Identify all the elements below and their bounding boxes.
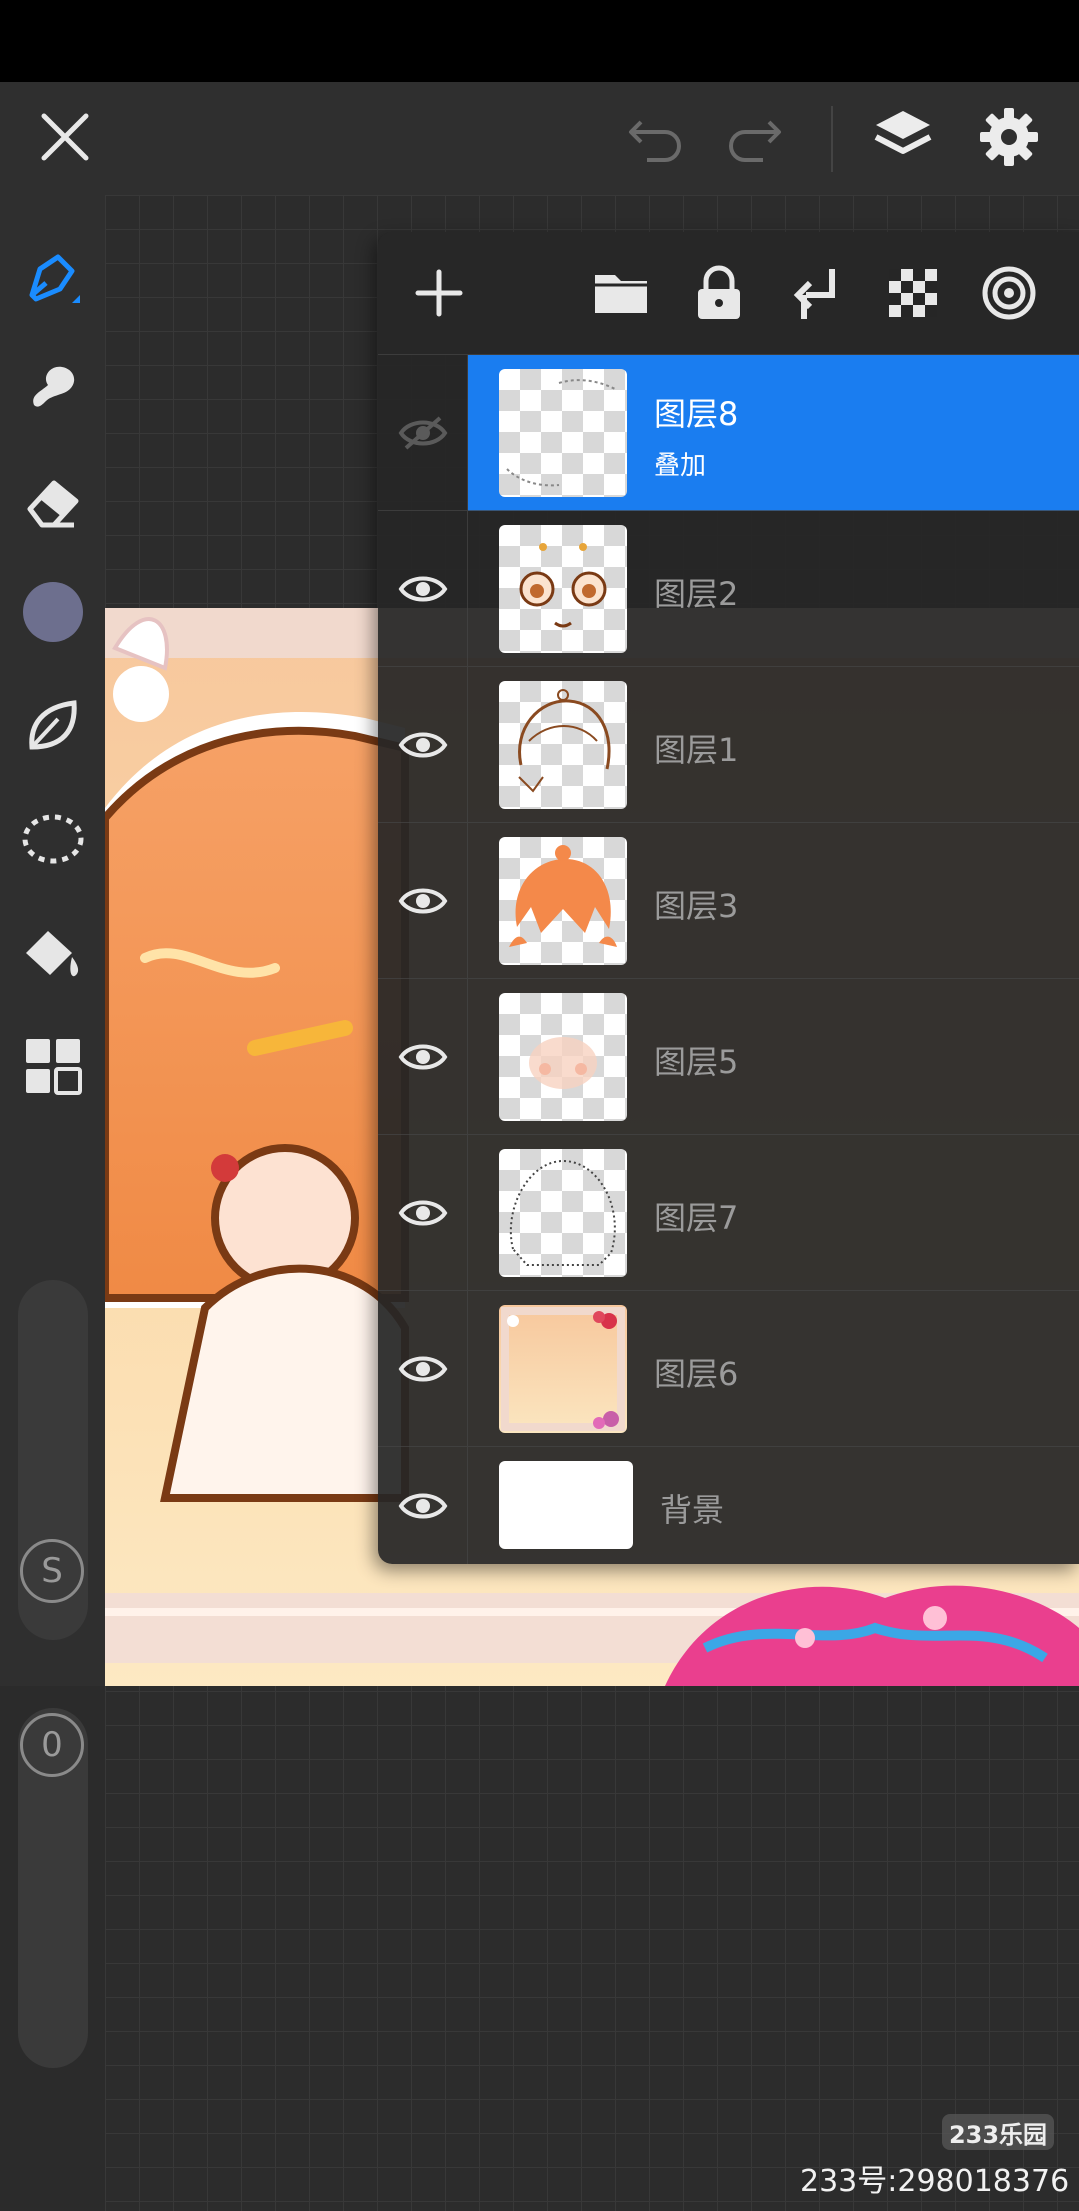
watermark-logo: 233乐园 bbox=[942, 2114, 1054, 2150]
layer-thumbnail bbox=[499, 681, 627, 809]
visibility-toggle[interactable] bbox=[378, 1447, 468, 1564]
smudge-icon[interactable] bbox=[0, 341, 105, 431]
redo-icon[interactable] bbox=[718, 102, 788, 172]
layer-row-6[interactable]: 图层6 bbox=[378, 1290, 1079, 1446]
layer-name: 背景 bbox=[660, 1491, 725, 1529]
layer-blend-mode: 叠加 bbox=[654, 451, 707, 481]
undo-icon[interactable] bbox=[622, 102, 692, 172]
opacity-button[interactable]: 0 bbox=[20, 1713, 84, 1777]
eye-icon bbox=[398, 1044, 447, 1069]
leaf-brush-icon[interactable] bbox=[0, 681, 105, 771]
merge-down-icon[interactable] bbox=[784, 260, 850, 326]
eye-icon bbox=[398, 732, 447, 757]
visibility-toggle[interactable] bbox=[378, 667, 468, 822]
layers-panel-header bbox=[378, 232, 1079, 354]
layer-thumbnail bbox=[499, 1305, 627, 1433]
layer-row-3[interactable]: 图层3 bbox=[378, 822, 1079, 978]
layer-row-background[interactable]: 背景 bbox=[378, 1446, 1079, 1564]
eraser-icon[interactable] bbox=[0, 457, 105, 547]
visibility-toggle[interactable] bbox=[378, 511, 468, 666]
left-toolbar: S bbox=[0, 195, 105, 1686]
layer-thumbnail bbox=[499, 1461, 633, 1549]
visibility-toggle[interactable] bbox=[378, 355, 468, 510]
visibility-toggle[interactable] bbox=[378, 1135, 468, 1290]
layer-name: 图层1 bbox=[654, 731, 739, 769]
lower-left-area: 0 bbox=[0, 1686, 105, 2211]
visibility-toggle[interactable] bbox=[378, 1291, 468, 1446]
fill-icon[interactable] bbox=[0, 909, 105, 999]
layer-thumbnail bbox=[499, 993, 627, 1121]
layer-row-8[interactable]: 图层8 叠加 bbox=[378, 354, 1079, 511]
layer-row-2[interactable]: 图层2 bbox=[378, 510, 1079, 666]
toolbar-divider bbox=[831, 106, 833, 172]
layer-row-1[interactable]: 图层1 bbox=[378, 666, 1079, 822]
transparency-icon[interactable] bbox=[880, 260, 946, 326]
layer-row-5[interactable]: 图层5 bbox=[378, 978, 1079, 1134]
layer-row-7[interactable]: 图层7 bbox=[378, 1134, 1079, 1290]
layer-name: 图层8 bbox=[654, 395, 739, 433]
eye-hidden-icon bbox=[398, 416, 447, 449]
layer-name: 图层3 bbox=[654, 887, 739, 925]
layers-icon[interactable] bbox=[866, 100, 940, 174]
color-swatch[interactable] bbox=[0, 567, 105, 657]
clipping-icon[interactable] bbox=[976, 260, 1042, 326]
stabilizer-button[interactable]: S bbox=[20, 1539, 84, 1603]
layer-thumbnail bbox=[499, 1149, 627, 1277]
layer-thumbnail bbox=[499, 369, 627, 497]
settings-icon[interactable] bbox=[972, 100, 1046, 174]
layer-thumbnail bbox=[499, 525, 627, 653]
layer-name: 图层5 bbox=[654, 1043, 739, 1081]
visibility-toggle[interactable] bbox=[378, 979, 468, 1134]
folder-icon[interactable] bbox=[588, 260, 654, 326]
close-icon[interactable] bbox=[30, 102, 100, 172]
layer-name: 图层6 bbox=[654, 1355, 739, 1393]
lock-icon[interactable] bbox=[686, 260, 752, 326]
layer-name: 图层7 bbox=[654, 1199, 739, 1237]
stabilizer-label: S bbox=[41, 1551, 63, 1591]
app-root: S 0 图层8 叠加 图层2 图层1 图层3 图层5 图层7 图层6 背景 23… bbox=[0, 0, 1079, 2211]
status-bar bbox=[0, 0, 1079, 82]
lasso-icon[interactable] bbox=[0, 795, 105, 885]
eye-icon bbox=[398, 1493, 447, 1518]
pen-icon[interactable] bbox=[0, 235, 105, 325]
eye-icon bbox=[398, 576, 447, 601]
layer-name: 图层2 bbox=[654, 575, 739, 613]
opacity-label: 0 bbox=[41, 1725, 63, 1765]
grid-icon[interactable] bbox=[0, 1021, 105, 1111]
layer-thumbnail bbox=[499, 837, 627, 965]
visibility-toggle[interactable] bbox=[378, 823, 468, 978]
top-bar bbox=[0, 82, 1079, 195]
eye-icon bbox=[398, 1200, 447, 1225]
eye-icon bbox=[398, 888, 447, 913]
eye-icon bbox=[398, 1356, 447, 1381]
layers-panel: 图层8 叠加 图层2 图层1 图层3 图层5 图层7 图层6 背景 bbox=[378, 232, 1079, 1564]
add-icon[interactable] bbox=[406, 260, 472, 326]
watermark-text: 233号:298018376 bbox=[800, 2164, 1070, 2199]
